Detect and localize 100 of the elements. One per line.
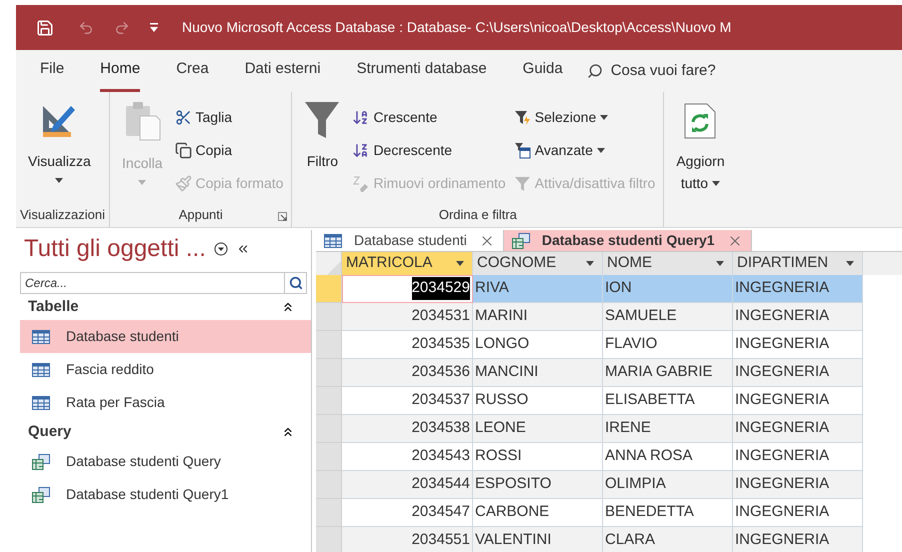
section-header[interactable]: Query [28,420,72,444]
query-icon [32,454,50,470]
nav-item[interactable]: Database studenti Query [20,445,311,478]
ribbon-button[interactable]: Decrescente [352,137,506,164]
launcher-icon[interactable] [278,212,288,221]
table-cell: INGEGNERIA [733,386,863,414]
pane-title: Tutti gli oggetti ... [24,234,206,264]
table-cell: 2034537 [342,386,473,414]
dropdown-caret-icon [456,260,464,266]
table-cell: INGEGNERIA [733,442,863,470]
column-header[interactable]: NOME [603,252,733,274]
save-icon[interactable] [36,18,54,36]
table-cell: CARBONE [473,498,603,526]
table-cell: INGEGNERIA [733,358,863,386]
ribbon-tab[interactable]: Strumenti database [356,50,487,92]
nav-item[interactable]: Rata per Fascia [20,386,311,419]
document-tab[interactable]: Database studenti Query1 [504,230,752,251]
ribbon-tab[interactable]: Dati esterni [244,50,321,92]
search-icon[interactable] [586,63,603,79]
sort-ascending-icon [352,109,370,126]
table-cell: INGEGNERIA [733,498,863,526]
table-cell: SAMUELE [603,302,733,330]
table-cell: INGEGNERIA [733,414,863,442]
dropdown-caret-icon [846,260,854,266]
funnel-icon [304,100,340,140]
table-cell: ESPOSITO [473,470,603,498]
group-label: Ordina e filtra [438,206,517,224]
table-cell: CLARA [603,526,733,552]
table-cell: INGEGNERIA [733,470,863,498]
window-title: Nuovo Microsoft Access Database : Database- C:\Users\nicoa\Desktop\Access\Nuovo M [182,18,732,37]
search-field[interactable]: Cerca... [20,272,285,294]
table-cell: 2034538 [342,414,473,442]
table-cell: ROSSI [473,442,603,470]
table-cell: RUSSO [473,386,603,414]
table-cell: 2034551 [342,526,473,552]
search-icon[interactable] [285,272,307,294]
copy-icon [174,142,192,159]
filter-lightning-icon [514,109,531,126]
undo-icon[interactable] [78,20,94,36]
table-cell: INGEGNERIA [733,302,863,330]
ribbon-tab[interactable]: File [40,50,64,92]
ribbon-tab[interactable]: Crea [176,50,209,92]
ribbon-button[interactable]: Filtro [300,100,344,170]
sort-descending-icon [352,142,370,159]
ribbon-button[interactable]: Visualizza [24,100,95,183]
table-cell: 2034544 [342,470,473,498]
column-header[interactable]: COGNOME [473,252,603,274]
table-cell: 2034535 [342,330,473,358]
ribbon-button[interactable]: Avanzate [514,137,656,164]
table-cell: INGEGNERIA [733,526,863,552]
table-cell: ANNA ROSA [603,442,733,470]
table-icon [324,234,342,248]
table-cell: LEONE [473,414,603,442]
nav-item[interactable]: Fascia reddito [20,353,311,386]
filter-form-icon [514,142,531,159]
table-cell: 2034536 [342,358,473,386]
table-cell: IRENE [603,414,733,442]
ribbon-button[interactable]: Crescente [352,104,506,131]
dropdown-caret-icon [586,260,594,266]
table-cell: 2034543 [342,442,473,470]
ribbon-tab[interactable]: Guida [522,50,563,92]
nav-item[interactable]: Database studenti Query1 [20,478,311,511]
table-cell: ELISABETTA [603,386,733,414]
column-header[interactable]: DIPARTIMEN [733,252,863,274]
table-cell: OLIMPIA [603,470,733,498]
customize-icon[interactable] [150,23,158,32]
ribbon-button[interactable]: Copia [174,137,284,164]
query-icon [512,232,530,248]
section-header[interactable]: Tabelle [28,296,79,318]
table-cell: 2034531 [342,302,473,330]
query-icon [32,486,50,502]
table-cell: FLAVIO [603,330,733,358]
paintbrush-icon [174,175,192,192]
table-cell: VALENTINI [473,526,603,552]
group-label: Appunti [178,206,223,224]
table-cell: MARIA GABRIE [603,358,733,386]
ribbon-button[interactable]: Taglia [174,104,284,131]
tell-me-field[interactable]: Cosa vuoi fare? [610,60,716,82]
table-cell: INGEGNERIA [733,274,863,302]
table-icon [32,396,50,410]
table-cell: MARINI [473,302,603,330]
table-cell: MANCINI [473,358,603,386]
table-cell: INGEGNERIA [733,330,863,358]
group-label: Visualizzazioni [20,206,106,224]
scissors-icon [174,109,192,126]
table-cell: BENEDETTA [603,498,733,526]
dropdown-circle-icon[interactable] [214,242,228,256]
ribbon-button[interactable]: Selezione [514,104,656,131]
funnel-icon [514,175,531,192]
column-header[interactable]: MATRICOLA [342,252,473,274]
table-cell: LONGO [473,330,603,358]
table-cell: RIVA [473,274,603,302]
table-icon [32,362,50,376]
redo-icon[interactable] [114,20,130,36]
ribbon-button[interactable]: Aggiorn tutto [672,100,729,192]
table-icon [32,330,50,344]
table-cell: 2034547 [342,498,473,526]
table-cell: 2034529 [342,274,473,302]
dropdown-caret-icon [716,260,724,266]
nav-item[interactable]: Database studenti [20,320,311,353]
